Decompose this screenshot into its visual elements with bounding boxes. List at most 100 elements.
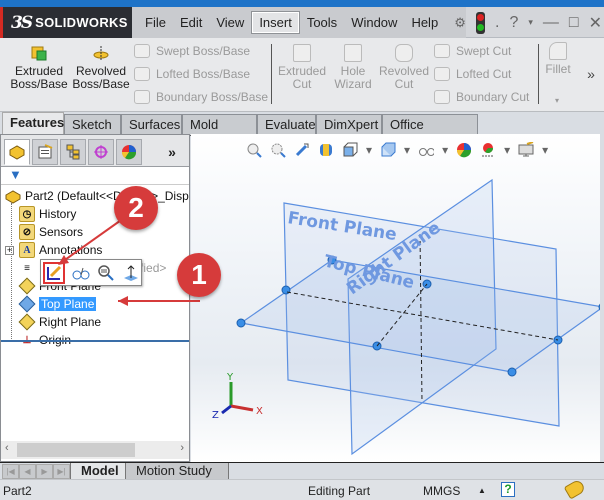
minimize-icon[interactable]: —	[543, 14, 559, 32]
next-tab-icon[interactable]: ▶	[36, 464, 53, 479]
tree-item-top-plane[interactable]: Top Plane	[18, 295, 97, 313]
menu-file[interactable]: File	[138, 12, 173, 33]
menu-tools[interactable]: Tools	[300, 12, 344, 33]
prev-tab-icon[interactable]: ◀	[19, 464, 36, 479]
tab-sketch[interactable]: Sketch	[64, 114, 121, 134]
plane-icon	[18, 313, 36, 331]
triad-y-label: Y	[226, 372, 234, 383]
filter-icon[interactable]: ▼	[9, 167, 22, 182]
panel-more-button[interactable]: »	[159, 139, 185, 165]
swept-boss-button[interactable]: Swept Boss/Base	[134, 44, 250, 58]
scrollbar-thumb[interactable]	[17, 443, 135, 457]
fillet-icon	[549, 42, 567, 60]
swept-boss-icon	[134, 44, 150, 58]
menu-insert[interactable]: Insert	[251, 11, 300, 34]
help-dropdown-icon[interactable]: ▾	[528, 17, 533, 28]
menu-window[interactable]: Window	[344, 12, 404, 33]
extruded-cut-icon	[293, 44, 311, 62]
menu-help[interactable]: Help	[404, 12, 445, 33]
tab-features[interactable]: Features	[2, 112, 64, 134]
sketch-button[interactable]	[43, 261, 65, 284]
tree-connector	[11, 203, 12, 339]
tab-office-products[interactable]: Office Products	[382, 114, 478, 147]
close-icon[interactable]: ✕	[589, 13, 602, 33]
status-units[interactable]: MMGS	[423, 484, 460, 498]
featuremanager-icon	[9, 145, 25, 160]
units-dropdown-icon[interactable]: ▲	[478, 486, 486, 495]
ds-logo-icon: 3S	[11, 12, 33, 33]
first-tab-icon[interactable]: |◀	[2, 464, 19, 479]
tab-mold-tools[interactable]: Mold Tools	[182, 114, 257, 147]
fillet-button[interactable]: Fillet	[542, 42, 574, 76]
last-tab-icon[interactable]: ▶|	[53, 464, 70, 479]
propertymanager-tab[interactable]	[32, 139, 58, 165]
tab-dimxpert[interactable]: DimXpert	[316, 114, 382, 134]
triad-z-label: Z	[212, 410, 219, 421]
annotations-icon: A	[19, 242, 35, 258]
tree-item-sensors[interactable]: ⊘ Sensors	[19, 223, 83, 241]
command-tabs: Features Sketch Surfaces Mold Tools Eval…	[0, 112, 604, 243]
tab-surfaces[interactable]: Surfaces	[121, 114, 182, 134]
menu-view[interactable]: View	[209, 12, 251, 33]
lofted-cut-button[interactable]: Lofted Cut	[434, 67, 511, 81]
command-manager-ribbon: Extruded Boss/Base Revolved Boss/Base Sw…	[0, 38, 604, 112]
hole-wizard-button[interactable]: Hole Wizard	[330, 44, 376, 91]
configurationmanager-tab[interactable]	[60, 139, 86, 165]
material-icon: ≡	[24, 262, 30, 274]
extruded-cut-button[interactable]: Extruded Cut	[276, 44, 328, 91]
graphics-area[interactable]: ▾ ▾ ▾ ▾ ▾ Front Plane Top Plane Right Plan…	[191, 134, 600, 462]
dot-separator: .	[495, 13, 500, 31]
appearance-button[interactable]	[71, 262, 90, 284]
tab-model[interactable]: Model	[70, 463, 130, 480]
maximize-icon[interactable]: □	[569, 14, 579, 32]
help-status-icon[interactable]: ?	[501, 482, 515, 497]
menu-edit[interactable]: Edit	[173, 12, 209, 33]
scroll-left-icon[interactable]: ‹	[5, 442, 9, 454]
tab-evaluate[interactable]: Evaluate	[257, 114, 316, 134]
normal-to-button[interactable]	[122, 262, 141, 284]
rebuild-traffic-light-icon[interactable]	[476, 11, 485, 34]
lofted-boss-button[interactable]: Lofted Boss/Base	[134, 67, 250, 81]
tab-motion-study-1[interactable]: Motion Study 1	[125, 463, 229, 493]
tag-icon[interactable]	[563, 478, 587, 500]
tree-filter[interactable]: ▼	[1, 167, 189, 185]
status-document-name: Part2	[3, 484, 32, 498]
viewport-edge	[600, 134, 604, 462]
zoom-to-selection-button[interactable]	[96, 262, 115, 284]
plane-handle[interactable]	[507, 367, 517, 377]
configurationmanager-icon	[66, 144, 80, 160]
boundary-boss-button[interactable]: Boundary Boss/Base	[134, 90, 268, 104]
featuremanager-tab[interactable]	[4, 139, 30, 165]
revolved-cut-button[interactable]: Revolved Cut	[378, 44, 430, 91]
tree-item-annotations[interactable]: + A Annotations	[5, 241, 102, 259]
pin-icon[interactable]: ⚙	[447, 12, 473, 34]
tree-item-history[interactable]: ◷ History	[19, 205, 76, 223]
displaymanager-icon	[121, 145, 137, 160]
extruded-boss-button[interactable]: Extruded Boss/Base	[10, 44, 68, 91]
solidworks-logo[interactable]: 3S SOLIDWORKS	[0, 7, 132, 38]
zoom-to-selection-icon	[98, 264, 114, 281]
appearance-icon	[72, 267, 90, 279]
propertymanager-icon	[38, 144, 53, 159]
revolved-boss-button[interactable]: Revolved Boss/Base	[72, 44, 130, 91]
plane-handle[interactable]	[236, 318, 246, 328]
scroll-right-icon[interactable]: ›	[180, 442, 184, 454]
lofted-boss-icon	[134, 67, 150, 81]
tree-item-right-plane[interactable]: Right Plane	[18, 313, 101, 331]
dimxpertmanager-tab[interactable]	[88, 139, 114, 165]
swept-cut-button[interactable]: Swept Cut	[434, 44, 511, 58]
boundary-cut-button[interactable]: Boundary Cut	[434, 90, 529, 104]
lofted-cut-icon	[434, 67, 450, 81]
triad-z-axis	[221, 404, 232, 415]
history-icon: ◷	[19, 206, 35, 222]
tree-root-part[interactable]: Part2 (Default<<Default>_Disp	[5, 187, 189, 205]
ribbon-more-button[interactable]: »	[584, 67, 598, 81]
brand-name: SOLIDWORKS	[35, 15, 128, 30]
help-question-icon[interactable]: ?	[509, 14, 518, 32]
expand-icon[interactable]: +	[5, 245, 14, 255]
panel-horizontal-scrollbar[interactable]: ‹ ›	[1, 441, 189, 459]
fillet-dropdown-icon[interactable]: ▾	[550, 94, 564, 107]
displaymanager-tab[interactable]	[116, 139, 142, 165]
extruded-boss-icon	[31, 46, 47, 61]
revolved-cut-icon	[395, 44, 413, 62]
